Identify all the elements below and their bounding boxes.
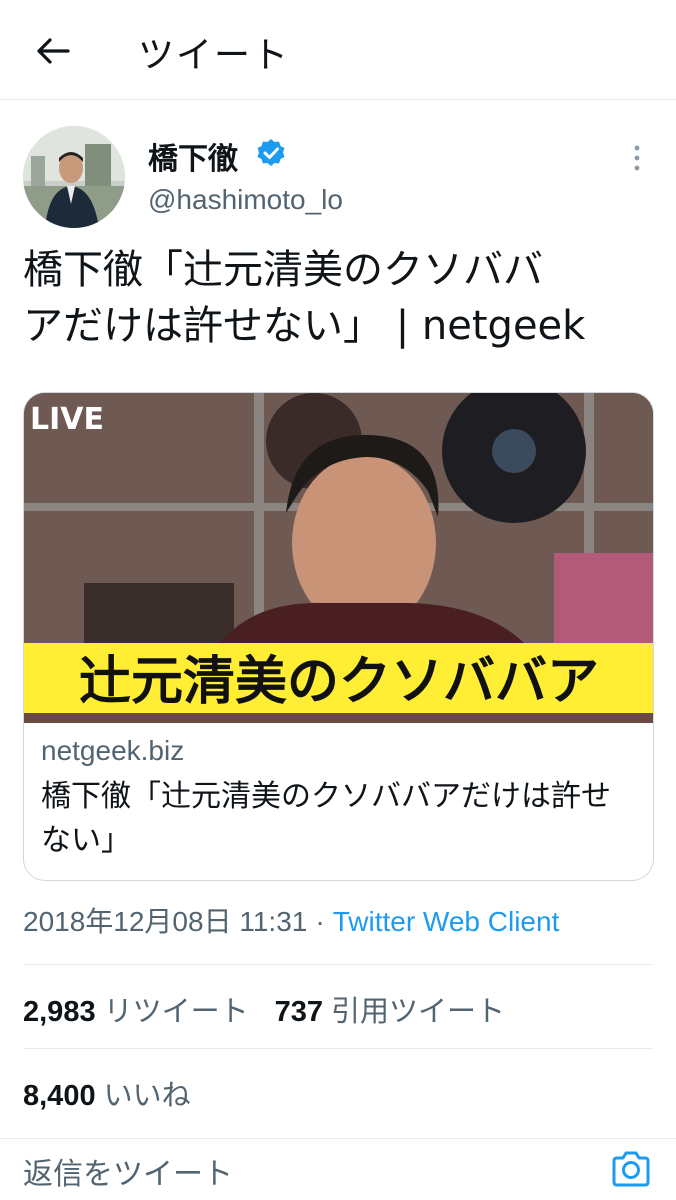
quotes-label: 引用ツイート [330, 996, 505, 1028]
likes-stat[interactable]: 8,400 いいね [23, 1080, 217, 1112]
tweet-metadata: 2018年12月08日 11:31 · Twitter Web Client [23, 900, 559, 940]
link-card[interactable]: LIVE 辻元清美のクソババア netgeek.biz 橋下徹「辻元清美のクソバ… [23, 392, 654, 881]
tweet-text-line: 橋下徹「辻元清美のクソババ [23, 247, 543, 293]
retweets-count: 2,983 [23, 996, 96, 1028]
page-title: ツイート [138, 35, 291, 76]
divider [23, 1048, 653, 1049]
avatar-image [23, 126, 125, 228]
card-title: 橋下徹「辻元清美のクソババアだけは許せない」 [41, 779, 611, 858]
back-button[interactable] [30, 28, 76, 74]
top-bar: ツイート [0, 0, 676, 100]
display-name[interactable]: 橋下徹 [148, 134, 238, 178]
meta-separator: · [315, 906, 325, 937]
quotes-stat[interactable]: 737 引用ツイート [275, 996, 531, 1028]
card-image-badge: LIVE [30, 402, 104, 437]
back-arrow-icon [37, 38, 70, 64]
divider [23, 964, 653, 965]
source-client-link[interactable]: Twitter Web Client [333, 906, 560, 937]
card-image-caption: 辻元清美のクソババア [79, 652, 599, 712]
timestamp[interactable]: 2018年12月08日 11:31 [23, 906, 307, 937]
like-stats: 8,400 いいね [23, 1072, 217, 1114]
retweets-label: リツイート [103, 996, 249, 1028]
retweets-stat[interactable]: 2,983 リツイート [23, 996, 275, 1028]
verified-badge-icon [257, 139, 285, 166]
user-handle[interactable]: @hashimoto_lo [148, 184, 343, 216]
card-domain: netgeek.biz [41, 735, 185, 766]
avatar[interactable] [23, 126, 125, 228]
quotes-count: 737 [274, 996, 323, 1028]
card-image: LIVE 辻元清美のクソババア [24, 393, 653, 723]
likes-label: いいね [103, 1080, 191, 1112]
camera-icon[interactable] [610, 1149, 652, 1189]
reply-input[interactable]: 返信をツイート [23, 1149, 233, 1193]
likes-count: 8,400 [23, 1080, 96, 1112]
tweet-text-line: アだけは許せない」 | netgeek [23, 303, 586, 349]
tweet-text: 橋下徹「辻元清美のクソババ アだけは許せない」 | netgeek [23, 242, 663, 354]
retweet-stats: 2,983 リツイート 737 引用ツイート [23, 988, 531, 1030]
reply-bar: 返信をツイート [0, 1138, 676, 1200]
card-thumbnail: LIVE 辻元清美のクソババア [24, 393, 653, 723]
more-vertical-icon[interactable] [626, 142, 648, 174]
